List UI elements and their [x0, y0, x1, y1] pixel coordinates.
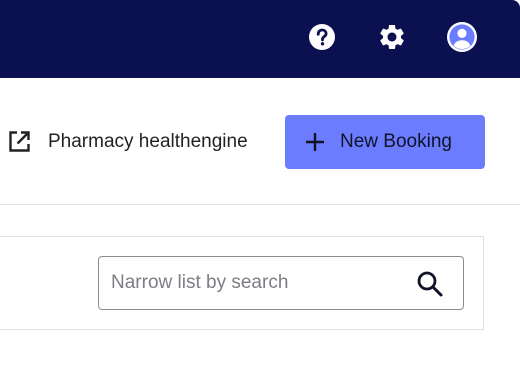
top-navigation-bar [0, 0, 520, 78]
pharmacy-external-link[interactable]: Pharmacy healthengine [6, 128, 248, 156]
external-link-label: Pharmacy healthengine [48, 131, 248, 152]
help-icon [309, 24, 335, 50]
account-icon [447, 22, 477, 52]
search-input[interactable] [111, 257, 401, 309]
app-page: Pharmacy healthengine New Booking [0, 0, 520, 380]
search-button[interactable] [415, 269, 445, 299]
new-booking-label: New Booking [340, 131, 452, 152]
account-button[interactable] [446, 21, 478, 53]
search-field[interactable] [98, 256, 464, 310]
external-link-icon [6, 129, 32, 155]
new-booking-button[interactable]: New Booking [285, 115, 485, 169]
settings-button[interactable] [376, 21, 408, 53]
gear-icon [380, 25, 404, 49]
plus-icon [305, 132, 325, 152]
search-icon [417, 271, 443, 297]
help-button[interactable] [306, 21, 338, 53]
